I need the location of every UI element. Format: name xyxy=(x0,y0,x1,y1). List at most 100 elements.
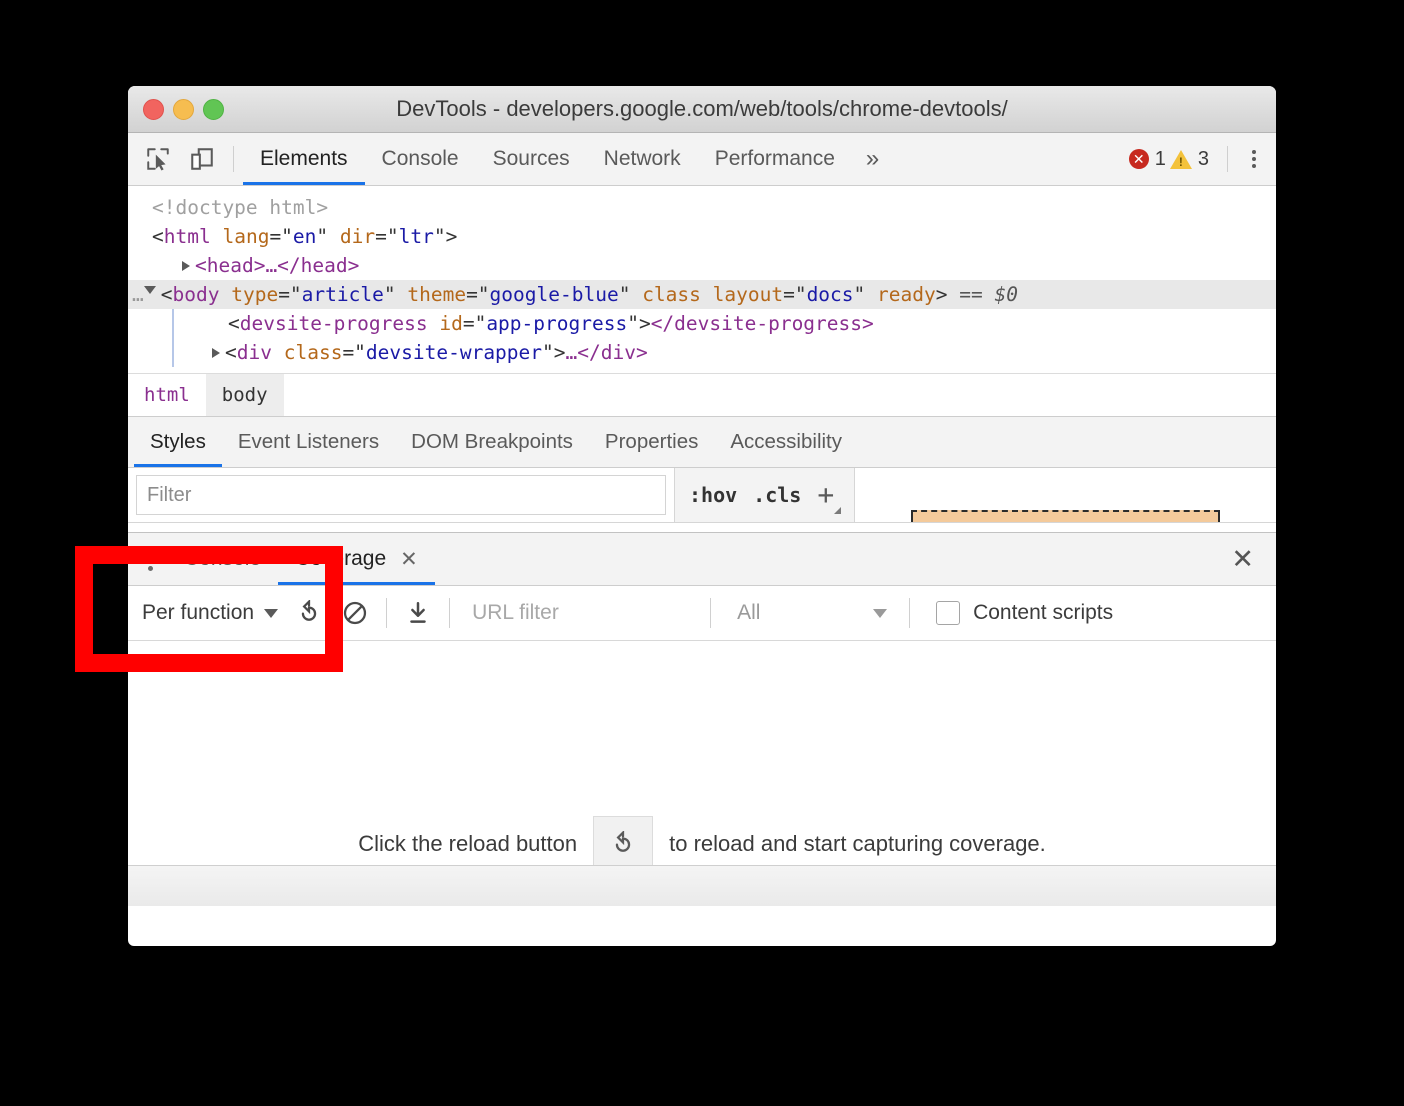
breadcrumb-item-html[interactable]: html xyxy=(128,374,206,416)
html-attr-lang-value: en xyxy=(293,225,316,248)
toolbar-right-group: ✕ 1 3 xyxy=(1129,133,1276,185)
subtab-styles[interactable]: Styles xyxy=(134,417,222,467)
minimize-window-button[interactable] xyxy=(173,99,194,120)
body-tag-name: body xyxy=(173,283,220,306)
tab-console-label: Console xyxy=(382,147,459,171)
chevron-down-icon-2 xyxy=(873,609,887,618)
cls-toggle-button[interactable]: .cls xyxy=(753,483,801,507)
warning-count: 3 xyxy=(1198,148,1209,171)
new-style-rule-button[interactable]: + xyxy=(817,481,840,509)
tab-performance-label: Performance xyxy=(715,147,835,171)
panel-tabs: Elements Console Sources Network Perform… xyxy=(243,133,893,185)
breadcrumb-item-body[interactable]: body xyxy=(206,374,284,416)
drawer-close-icon[interactable]: ✕ xyxy=(1209,533,1276,585)
box-model-margin-box xyxy=(911,510,1220,522)
head-node-text: <head>…</head> xyxy=(195,254,359,277)
error-icon: ✕ xyxy=(1129,149,1149,169)
drawer-tabs: Console Coverage ✕ ✕ xyxy=(128,533,1276,586)
body-selected-ref: == $0 xyxy=(959,283,1018,306)
collapse-triangle-icon[interactable] xyxy=(144,286,156,299)
dom-line-body[interactable]: …<body type="article" theme="google-blue… xyxy=(128,280,1276,309)
drawer-kebab-menu-icon[interactable] xyxy=(134,533,167,585)
coverage-toolbar-divider-1 xyxy=(386,598,387,628)
body-attr-layout-value: docs xyxy=(807,283,854,306)
coverage-message-after: to reload and start capturing coverage. xyxy=(669,831,1046,857)
tab-network[interactable]: Network xyxy=(587,133,698,185)
html-attr-lang: lang xyxy=(222,225,269,248)
device-toolbar-icon[interactable] xyxy=(180,133,224,185)
close-icon[interactable]: ✕ xyxy=(400,547,418,572)
tab-sources[interactable]: Sources xyxy=(476,133,587,185)
hov-toggle-button[interactable]: :hov xyxy=(689,483,737,507)
content-scripts-label: Content scripts xyxy=(973,601,1113,625)
coverage-reload-icon[interactable] xyxy=(286,600,332,626)
close-window-button[interactable] xyxy=(143,99,164,120)
coverage-export-download-icon[interactable] xyxy=(395,600,441,626)
styles-subtabs: Styles Event Listeners DOM Breakpoints P… xyxy=(128,416,1276,468)
subtab-accessibility[interactable]: Accessibility xyxy=(714,417,858,467)
tab-performance[interactable]: Performance xyxy=(698,133,852,185)
coverage-message-before: Click the reload button xyxy=(358,831,577,857)
warning-icon xyxy=(1170,150,1192,169)
warning-counter[interactable]: 3 xyxy=(1170,148,1209,171)
drawer-tab-coverage[interactable]: Coverage ✕ xyxy=(278,533,435,585)
per-function-dropdown[interactable]: Per function xyxy=(142,601,286,625)
body-attr-theme: theme xyxy=(407,283,466,306)
dom-line-devsite-wrapper[interactable]: <div class="devsite-wrapper">…</div> xyxy=(172,338,1276,367)
more-tabs-button[interactable]: » xyxy=(852,133,893,185)
window-title: DevTools - developers.google.com/web/too… xyxy=(128,96,1276,122)
subtab-properties[interactable]: Properties xyxy=(589,417,714,467)
body-attr-type: type xyxy=(231,283,278,306)
breadcrumb: html body xyxy=(128,373,1276,416)
subtab-event-listeners[interactable]: Event Listeners xyxy=(222,417,395,467)
computed-box-model-pane xyxy=(855,468,1276,522)
coverage-clear-icon[interactable] xyxy=(332,600,378,626)
drawer-tab-console-label: Console xyxy=(184,547,261,571)
coverage-toolbar-divider-3 xyxy=(710,598,711,628)
body-attr-theme-value: google-blue xyxy=(490,283,619,306)
content-scripts-checkbox-row[interactable]: Content scripts xyxy=(918,601,1113,625)
dom-line-doctype[interactable]: <!doctype html> xyxy=(128,193,1276,222)
styles-filter-input[interactable]: Filter xyxy=(136,475,666,515)
toolbar-divider xyxy=(233,146,234,172)
screenshot-stage: DevTools - developers.google.com/web/too… xyxy=(0,0,1404,1106)
drawer-tab-console[interactable]: Console xyxy=(167,533,278,585)
tab-network-label: Network xyxy=(604,147,681,171)
body-attr-type-value: article xyxy=(302,283,384,306)
expand-triangle-icon-2[interactable] xyxy=(212,348,220,358)
drawer-status-bar xyxy=(128,865,1276,906)
coverage-inline-reload-button[interactable] xyxy=(593,816,653,872)
url-filter-input[interactable]: URL filter xyxy=(458,601,702,625)
inspect-element-icon[interactable] xyxy=(136,133,180,185)
per-function-dropdown-label: Per function xyxy=(142,601,254,625)
coverage-toolbar: Per function xyxy=(128,586,1276,641)
zoom-window-button[interactable] xyxy=(203,99,224,120)
tab-elements[interactable]: Elements xyxy=(243,133,365,185)
error-counter[interactable]: ✕ 1 xyxy=(1129,148,1166,171)
kebab-menu-icon[interactable] xyxy=(1242,150,1266,168)
coverage-toolbar-divider-4 xyxy=(909,598,910,628)
error-count: 1 xyxy=(1155,148,1166,171)
doctype-text: <!doctype html> xyxy=(152,196,328,219)
dom-line-html[interactable]: <html lang="en" dir="ltr"> xyxy=(128,222,1276,251)
tab-console[interactable]: Console xyxy=(365,133,476,185)
subtab-dom-breakpoints[interactable]: DOM Breakpoints xyxy=(395,417,589,467)
styles-state-toggles: :hov .cls + xyxy=(674,468,855,522)
devsite-progress-tag-name: devsite-progress xyxy=(240,312,428,335)
coverage-toolbar-divider-2 xyxy=(449,598,450,628)
type-filter-dropdown[interactable]: All xyxy=(719,601,901,625)
wrapper-tag-name: div xyxy=(237,341,272,364)
body-attr-ready: ready xyxy=(877,283,936,306)
devtools-main-toolbar: Elements Console Sources Network Perform… xyxy=(128,133,1276,186)
wrapper-class-value: devsite-wrapper xyxy=(366,341,542,364)
tab-elements-label: Elements xyxy=(260,147,348,171)
content-scripts-checkbox[interactable] xyxy=(936,601,960,625)
html-attr-dir: dir xyxy=(340,225,375,248)
dom-line-devsite-progress[interactable]: <devsite-progress id="app-progress"></de… xyxy=(172,309,1276,338)
coverage-drawer: Console Coverage ✕ ✕ Per function xyxy=(128,532,1276,906)
expand-triangle-icon[interactable] xyxy=(182,261,190,271)
dom-line-head[interactable]: <head>…</head> xyxy=(128,251,1276,280)
toolbar-divider-2 xyxy=(1227,146,1228,172)
body-overflow-prefix: … xyxy=(128,283,144,306)
window-titlebar: DevTools - developers.google.com/web/too… xyxy=(128,86,1276,133)
